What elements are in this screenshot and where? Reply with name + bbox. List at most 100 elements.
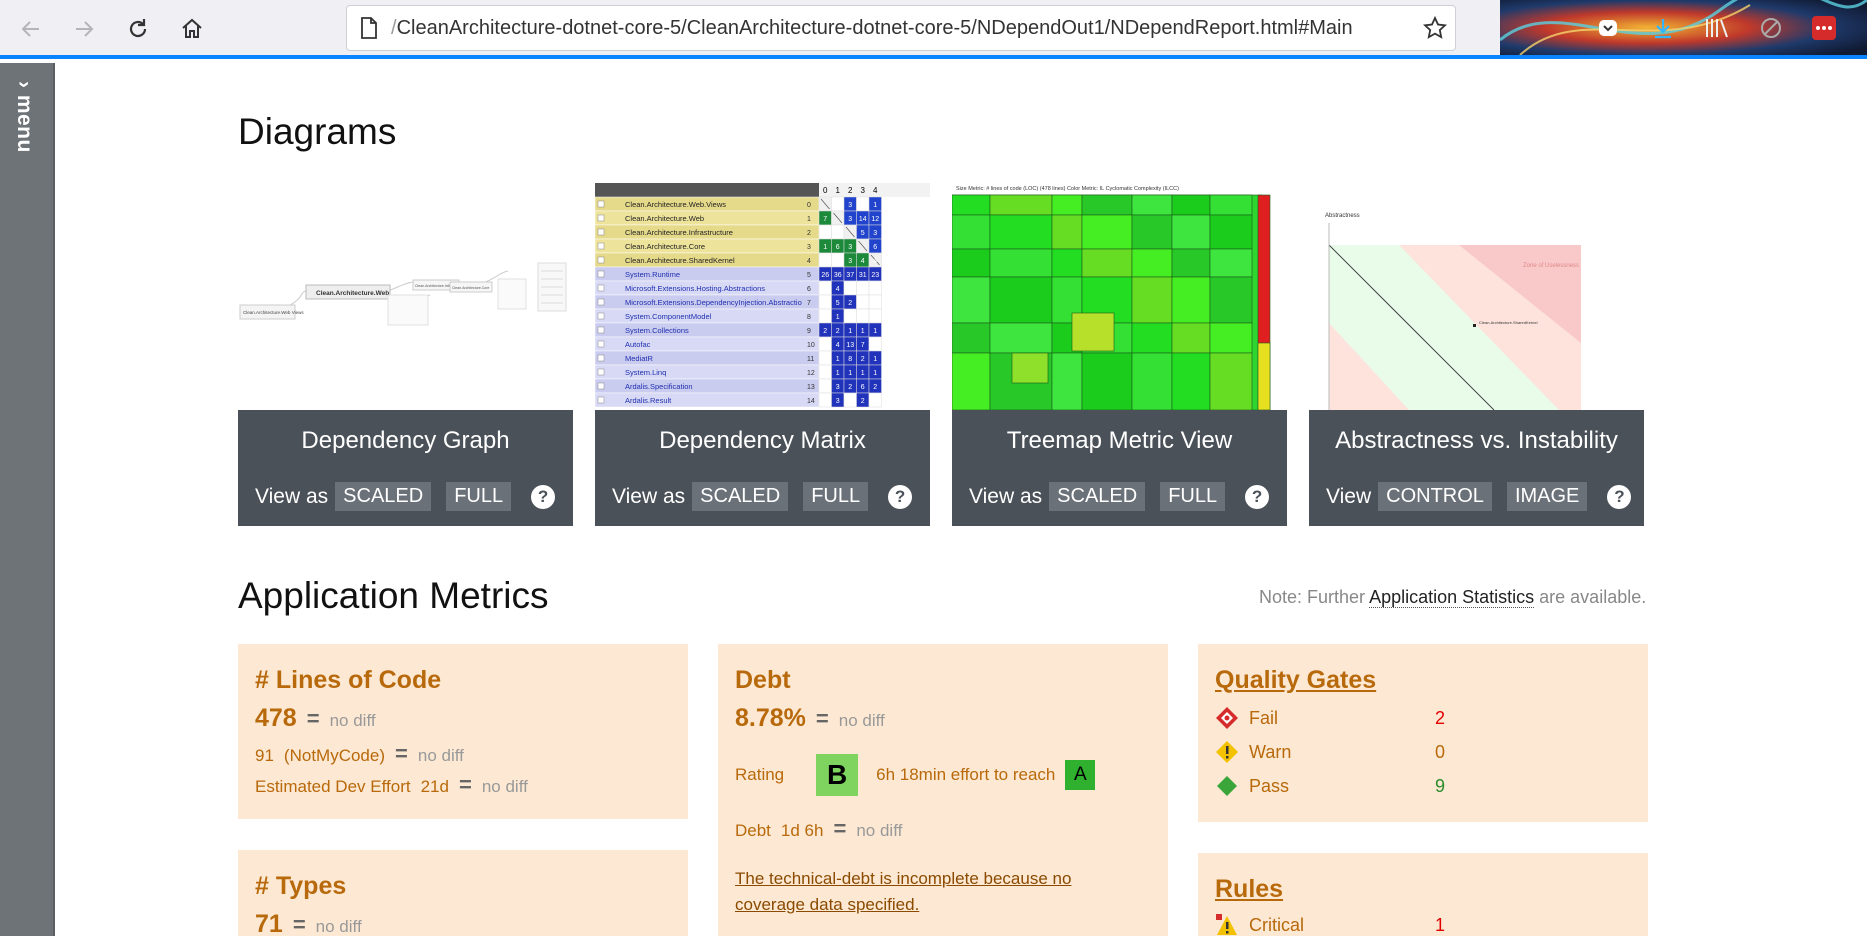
home-button[interactable] <box>175 12 209 46</box>
scaled-button[interactable]: SCALED <box>692 482 789 511</box>
dependency-graph-thumbnail[interactable]: Clean.Architecture.Web Views Clean.Archi… <box>238 183 573 410</box>
downloads-icon[interactable] <box>1648 13 1678 43</box>
matrix-row-label: System.ComponentModel <box>625 312 712 321</box>
help-icon[interactable]: ? <box>1607 484 1632 509</box>
matrix-cell-value: 2 <box>836 328 840 335</box>
matrix-cell-value: 5 <box>861 230 865 237</box>
reload-button[interactable] <box>121 12 155 46</box>
matrix-cell <box>818 392 832 408</box>
treemap-cell <box>1131 352 1173 410</box>
matrix-cell-value: 2 <box>848 384 852 391</box>
debt-percent: 8.78% <box>735 704 806 732</box>
pass-icon <box>1217 776 1237 796</box>
quality-gates-link[interactable]: Quality Gates <box>1215 666 1376 695</box>
bookmark-star-icon[interactable] <box>1415 16 1455 40</box>
treemap-cell <box>1209 352 1253 410</box>
scaled-button[interactable]: SCALED <box>1049 482 1146 511</box>
gate-pass-row[interactable]: Pass 9 <box>1215 774 1445 798</box>
abstractness-panel: Abstractness vs. Instability View CONTRO… <box>1309 410 1644 526</box>
full-button[interactable]: FULL <box>1160 482 1226 511</box>
side-menu[interactable]: › menu <box>0 63 55 936</box>
ai-point-label: Clean.Architecture.SharedKernel <box>1479 320 1538 325</box>
view-options: View CONTROL IMAGE ? <box>1326 482 1632 511</box>
matrix-row-label: Microsoft.Extensions.DependencyInjection… <box>625 298 802 307</box>
ai-zone-label: Zone of Uselessness <box>1523 263 1579 269</box>
help-icon[interactable]: ? <box>1245 484 1270 509</box>
diff-text: no diff <box>856 821 903 840</box>
treemap-cell <box>952 248 991 278</box>
matrix-cell <box>868 336 882 352</box>
full-button[interactable]: FULL <box>446 482 512 511</box>
gate-fail-row[interactable]: Fail 2 <box>1215 706 1445 730</box>
matrix-cell <box>856 294 870 310</box>
matrix-row-index: 10 <box>807 342 815 349</box>
menu-toggle[interactable]: › menu <box>12 81 36 153</box>
dependency-matrix-panel: Dependency Matrix View as SCALED FULL ? <box>595 410 930 526</box>
matrix-row-index: 12 <box>807 370 815 377</box>
treemap-cell <box>1131 248 1173 278</box>
matrix-row-label: Ardalis.Result <box>625 396 672 405</box>
coverage-warning-link[interactable]: The technical-debt is incomplete because… <box>735 866 1125 918</box>
rules-card: Rules Critical 1 <box>1198 853 1648 936</box>
back-button[interactable] <box>14 12 48 46</box>
matrix-cell-value: 36 <box>834 272 842 279</box>
matrix-cell-value: 3 <box>836 398 840 405</box>
diagram-title: Abstractness vs. Instability <box>1335 427 1618 454</box>
diff-text: no diff <box>838 711 885 730</box>
view-options: View as SCALED FULL ? <box>255 482 556 511</box>
treemap-caption: Size Metric: # lines of code (LOC) (478 … <box>956 186 1179 192</box>
diff-text: no diff <box>315 917 362 936</box>
matrix-expand-icon <box>597 214 605 222</box>
matrix-cell-value: 3 <box>848 258 852 265</box>
matrix-cell-value: 12 <box>871 216 879 223</box>
treemap-thumbnail[interactable]: Size Metric: # lines of code (LOC) (478 … <box>952 183 1287 410</box>
diagram-abstractness-instability: Abstractness Zone of Uselessness Clean.A… <box>1309 183 1644 526</box>
full-button[interactable]: FULL <box>803 482 869 511</box>
card-title: # Lines of Code <box>255 666 442 694</box>
matrix-cell-value: 23 <box>871 272 879 279</box>
forward-button[interactable] <box>67 12 101 46</box>
control-button[interactable]: CONTROL <box>1378 482 1492 511</box>
scaled-button[interactable]: SCALED <box>335 482 432 511</box>
matrix-cell-value: 1 <box>848 328 852 335</box>
extension-icon[interactable] <box>1809 13 1839 43</box>
matrix-row-label: Ardalis.Specification <box>625 382 693 391</box>
rules-link[interactable]: Rules <box>1215 875 1283 904</box>
image-button[interactable]: IMAGE <box>1506 482 1588 511</box>
notmycode-label: (NotMyCode) <box>283 746 386 765</box>
home-icon <box>182 18 202 38</box>
blocked-icon[interactable] <box>1756 13 1786 43</box>
matrix-cell-value: 5 <box>836 300 840 307</box>
library-icon[interactable] <box>1702 13 1732 43</box>
equals-icon: = <box>833 816 847 841</box>
matrix-col-header: 4 <box>873 186 878 195</box>
treemap-panel: Treemap Metric View View as SCALED FULL … <box>952 410 1287 526</box>
help-icon[interactable]: ? <box>888 484 913 509</box>
matrix-expand-icon <box>597 396 605 404</box>
view-as-label: View as <box>255 484 329 508</box>
help-icon[interactable]: ? <box>531 484 556 509</box>
rating-row: Rating B 6h 18min effort to reach A <box>735 754 1096 796</box>
report-main: Diagrams Clean.Architecture.Web Views Cl… <box>56 63 1867 936</box>
matrix-cell-value: 1 <box>873 328 877 335</box>
matrix-cell <box>843 280 857 296</box>
dependency-matrix-thumbnail[interactable]: 0 1 2 3 4 Clean.Architecture.Web.Views 0 3 1 Clea… <box>595 183 930 410</box>
diagram-treemap: Size Metric: # lines of code (LOC) (478 … <box>952 183 1287 526</box>
matrix-row-label: System.Runtime <box>625 270 680 279</box>
matrix-cell <box>818 252 832 268</box>
rule-critical-row[interactable]: Critical 1 <box>1215 913 1445 936</box>
application-statistics-link[interactable]: Application Statistics <box>1369 587 1535 608</box>
matrix-expand-icon <box>597 270 605 278</box>
effort-to-reach-text: 6h 18min effort to reach <box>876 765 1056 784</box>
fail-icon <box>1216 707 1238 729</box>
gate-warn-row[interactable]: Warn 0 <box>1215 740 1445 764</box>
pocket-icon[interactable] <box>1593 13 1623 43</box>
arrow-right-icon <box>76 21 94 37</box>
address-bar[interactable]: /CleanArchitecture-dotnet-core-5/CleanAr… <box>346 5 1456 51</box>
abstractness-thumbnail[interactable]: Abstractness Zone of Uselessness Clean.A… <box>1309 183 1644 410</box>
matrix-expand-icon <box>597 200 605 208</box>
treemap-cell <box>952 194 991 216</box>
matrix-cell-value: 3 <box>873 230 877 237</box>
notmycode-row: 91 (NotMyCode) = no diff <box>255 741 464 767</box>
matrix-cell <box>843 392 857 408</box>
